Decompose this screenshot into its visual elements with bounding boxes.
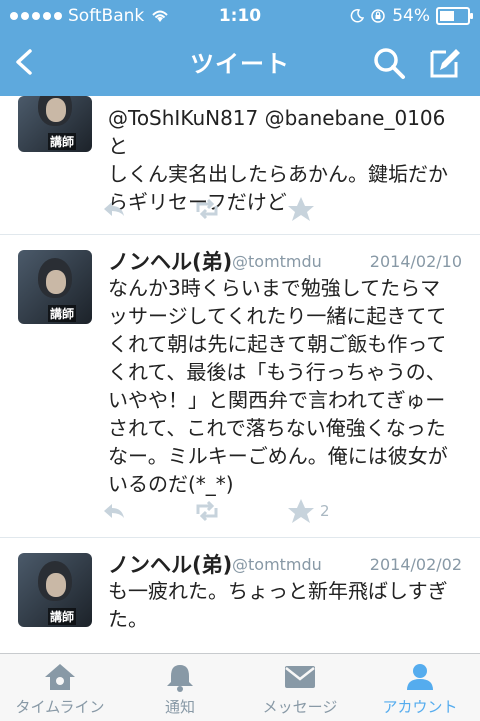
search-icon[interactable] xyxy=(372,46,406,80)
bell-icon xyxy=(167,665,193,692)
favorite-count: 2 xyxy=(320,502,330,520)
tab-messages[interactable]: メッセージ xyxy=(240,654,360,721)
tab-label: アカウント xyxy=(382,698,458,716)
compose-icon[interactable] xyxy=(428,46,462,80)
battery-percent: 54% xyxy=(392,6,430,26)
tweet-date: 2014/02/10 xyxy=(369,252,462,271)
retweet-icon[interactable] xyxy=(192,196,222,222)
tweet-text: も一疲れた。ちょっと新年飛ばしすぎ た。 xyxy=(108,579,448,631)
tab-label: 通知 xyxy=(164,698,195,716)
favorite-icon[interactable] xyxy=(286,498,316,524)
favorite-icon[interactable] xyxy=(286,196,316,222)
tab-bar: タイムライン 通知 メッセージ アカウント xyxy=(0,653,480,721)
display-name[interactable]: ノンヘル(弟) xyxy=(108,549,232,579)
page-title: ツイート xyxy=(190,50,290,78)
tab-label: メッセージ xyxy=(262,698,338,716)
tab-account[interactable]: アカウント xyxy=(360,654,480,721)
display-name[interactable]: ノンヘル(弟) xyxy=(108,246,232,276)
battery-icon xyxy=(436,7,473,25)
tab-notifications[interactable]: 通知 xyxy=(120,654,240,721)
avatar[interactable]: 講師 xyxy=(18,553,92,627)
navigation-bar: SoftBank 1:10 54% ツイート xyxy=(0,0,480,96)
rotation-lock-icon xyxy=(371,9,385,23)
tweet-item[interactable]: 講師 ノンヘル(弟) @tomtmdu 2014/02/02 も一疲れた。ちょっ… xyxy=(0,537,480,653)
reply-icon[interactable] xyxy=(100,498,130,524)
retweet-icon[interactable] xyxy=(192,498,222,524)
tweet-item[interactable]: 講師 ノンヘル(弟) @tomtmdu 2014/02/10 なんか3時くらいま… xyxy=(0,234,480,538)
avatar-label: 講師 xyxy=(48,305,77,322)
tweet-date: 2014/02/02 xyxy=(369,555,462,574)
avatar[interactable]: 講師 xyxy=(18,250,92,324)
home-icon xyxy=(45,664,75,690)
tab-timeline[interactable]: タイムライン xyxy=(0,654,120,721)
user-handle[interactable]: @tomtmdu xyxy=(232,555,322,574)
reply-icon[interactable] xyxy=(100,196,130,222)
tweet-item[interactable]: 講師 @ToShIKuN817 @banebane_0106 と しくん実名出し… xyxy=(0,96,480,235)
battery-info: 54% xyxy=(350,6,473,26)
person-icon xyxy=(407,664,433,690)
moon-icon xyxy=(350,9,365,23)
status-bar: SoftBank 1:10 54% xyxy=(0,0,480,32)
tweet-text: なんか3時くらいまで勉強してたらマ ッサージしてくれたり一緒に起きてて くれて朝… xyxy=(108,276,448,496)
user-handle[interactable]: @tomtmdu xyxy=(232,252,322,271)
avatar-label: 講師 xyxy=(48,608,77,625)
tab-label: タイムライン xyxy=(15,698,105,716)
avatar-label: 講師 xyxy=(48,133,77,150)
avatar[interactable]: 講師 xyxy=(18,96,92,152)
envelope-icon xyxy=(285,666,315,688)
